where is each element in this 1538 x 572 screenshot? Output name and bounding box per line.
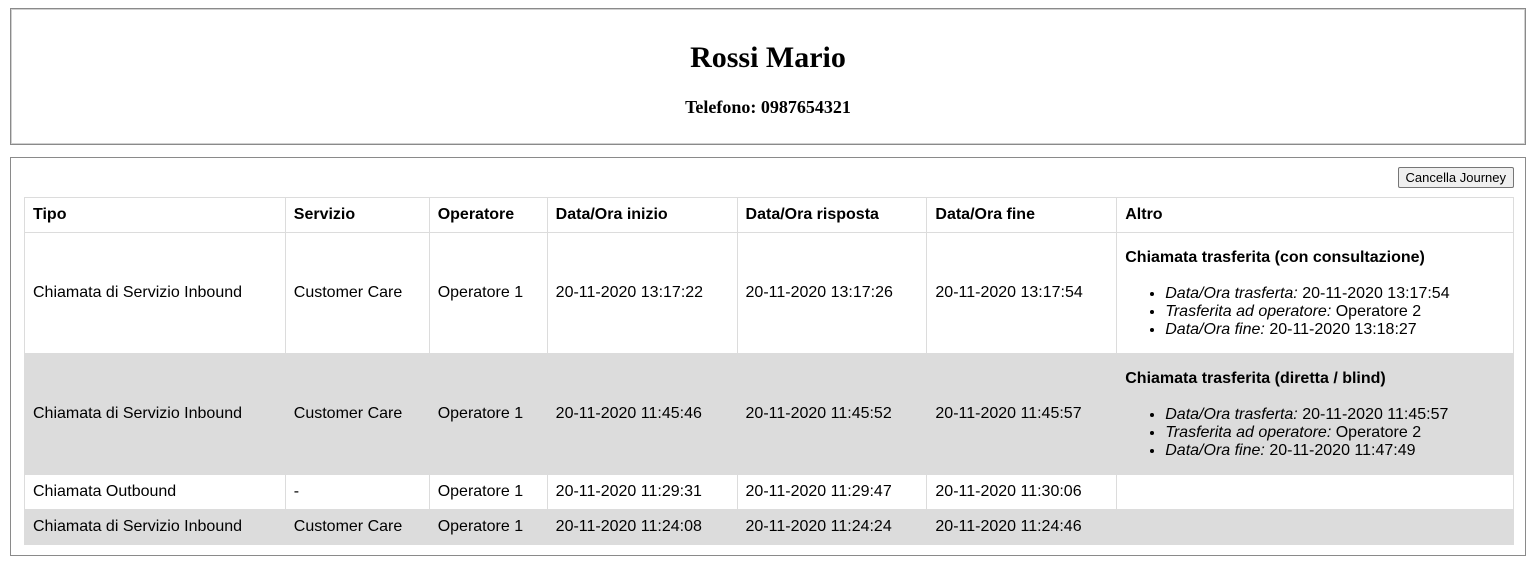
customer-name: Rossi Mario	[690, 41, 846, 74]
column-header-fine: Data/Ora fine	[926, 197, 1118, 233]
cell-risposta: 20-11-2020 11:29:47	[736, 474, 928, 510]
transfer-title: Chiamata trasferita (diretta / blind)	[1125, 369, 1386, 387]
list-item: Trasferita ad operatore: Operatore 2	[1165, 303, 1505, 321]
table-row: Chiamata di Servizio Inbound Customer Ca…	[24, 353, 1514, 475]
customer-phone: Telefono: 0987654321	[11, 96, 1525, 118]
transfer-details-list: Data/Ora trasferta: 20-11-2020 11:45:57 …	[1125, 406, 1505, 460]
list-item: Data/Ora trasferta: 20-11-2020 13:17:54	[1165, 285, 1505, 303]
cell-tipo: Chiamata Outbound	[24, 474, 286, 510]
table-header-row: Tipo Servizio Operatore Data/Ora inizio …	[24, 197, 1514, 233]
detail-label: Data/Ora trasferta:	[1165, 284, 1298, 302]
table-row: Chiamata di Servizio Inbound Customer Ca…	[24, 509, 1514, 545]
customer-header: Rossi Mario Telefono: 0987654321	[10, 8, 1526, 145]
detail-label: Data/Ora fine:	[1165, 320, 1265, 338]
cell-fine: 20-11-2020 11:24:46	[926, 509, 1118, 545]
cell-servizio: Customer Care	[284, 509, 430, 545]
list-item: Data/Ora fine: 20-11-2020 11:47:49	[1165, 442, 1505, 460]
detail-label: Trasferita ad operatore:	[1165, 423, 1332, 441]
column-header-risposta: Data/Ora risposta	[736, 197, 928, 233]
cell-fine: 20-11-2020 13:17:54	[926, 232, 1118, 354]
column-header-operatore: Operatore	[428, 197, 548, 233]
cell-altro	[1116, 509, 1514, 545]
cell-tipo: Chiamata di Servizio Inbound	[24, 353, 286, 475]
cell-tipo: Chiamata di Servizio Inbound	[24, 232, 286, 354]
transfer-details-list: Data/Ora trasferta: 20-11-2020 13:17:54 …	[1125, 285, 1505, 339]
cell-altro	[1116, 474, 1514, 510]
cell-fine: 20-11-2020 11:30:06	[926, 474, 1118, 510]
detail-value: Operatore 2	[1335, 302, 1422, 320]
cell-risposta: 20-11-2020 13:17:26	[736, 232, 928, 354]
detail-value: 20-11-2020 11:45:57	[1302, 405, 1449, 423]
detail-value: 20-11-2020 11:47:49	[1269, 441, 1416, 459]
detail-value: 20-11-2020 13:18:27	[1269, 320, 1417, 338]
detail-label: Data/Ora fine:	[1165, 441, 1265, 459]
phone-value: 0987654321	[760, 97, 851, 117]
cell-inizio: 20-11-2020 11:24:08	[546, 509, 738, 545]
column-header-tipo: Tipo	[24, 197, 286, 233]
table-row: Chiamata di Servizio Inbound Customer Ca…	[24, 232, 1514, 354]
column-header-servizio: Servizio	[284, 197, 430, 233]
detail-label: Data/Ora trasferta:	[1165, 405, 1298, 423]
cell-risposta: 20-11-2020 11:24:24	[736, 509, 928, 545]
cell-altro: Chiamata trasferita (con consultazione) …	[1116, 232, 1514, 354]
column-header-inizio: Data/Ora inizio	[546, 197, 738, 233]
cell-servizio: Customer Care	[284, 353, 430, 475]
list-item: Trasferita ad operatore: Operatore 2	[1165, 424, 1505, 442]
cell-inizio: 20-11-2020 13:17:22	[546, 232, 738, 354]
column-header-altro: Altro	[1116, 197, 1514, 233]
table-row: Chiamata Outbound - Operatore 1 20-11-20…	[24, 474, 1514, 510]
journey-table: Tipo Servizio Operatore Data/Ora inizio …	[24, 197, 1514, 545]
cell-servizio: Customer Care	[284, 232, 430, 354]
cancel-journey-button[interactable]: Cancella Journey	[1397, 167, 1514, 188]
cell-altro: Chiamata trasferita (diretta / blind) Da…	[1116, 353, 1514, 475]
cell-risposta: 20-11-2020 11:45:52	[736, 353, 928, 475]
transfer-title: Chiamata trasferita (con consultazione)	[1125, 248, 1425, 266]
cell-inizio: 20-11-2020 11:45:46	[546, 353, 738, 475]
detail-value: Operatore 2	[1335, 423, 1422, 441]
journey-panel: Cancella Journey Tipo Servizio Operatore…	[10, 157, 1526, 556]
cell-tipo: Chiamata di Servizio Inbound	[24, 509, 286, 545]
cell-operatore: Operatore 1	[428, 474, 548, 510]
list-item: Data/Ora trasferta: 20-11-2020 11:45:57	[1165, 406, 1505, 424]
cell-operatore: Operatore 1	[428, 232, 548, 354]
phone-label: Telefono:	[685, 97, 757, 117]
cell-inizio: 20-11-2020 11:29:31	[546, 474, 738, 510]
list-item: Data/Ora fine: 20-11-2020 13:18:27	[1165, 321, 1505, 339]
cell-operatore: Operatore 1	[428, 509, 548, 545]
detail-value: 20-11-2020 13:17:54	[1302, 284, 1450, 302]
cell-operatore: Operatore 1	[428, 353, 548, 475]
detail-label: Trasferita ad operatore:	[1165, 302, 1332, 320]
cell-fine: 20-11-2020 11:45:57	[926, 353, 1118, 475]
cell-servizio: -	[284, 474, 430, 510]
